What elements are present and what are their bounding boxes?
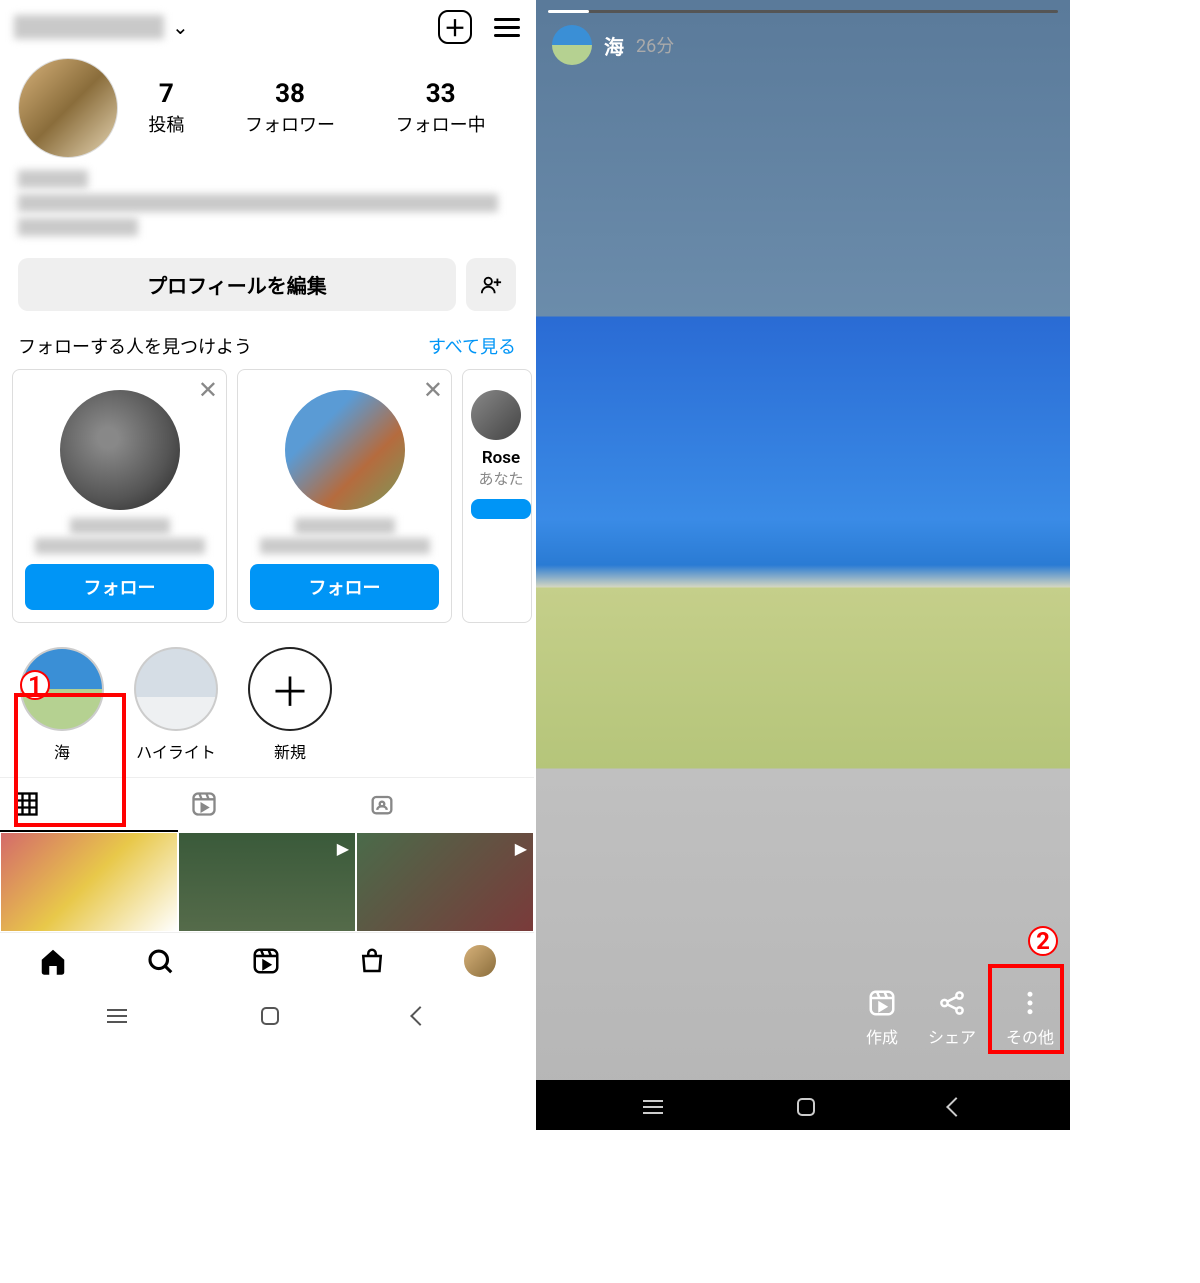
highlight-generic[interactable]: ハイライト — [134, 647, 218, 763]
reel-badge-icon: ▶ — [337, 839, 349, 858]
annotation-box-1 — [14, 693, 126, 827]
stat-followers[interactable]: 38 フォロワー — [245, 79, 335, 137]
discover-people-button[interactable] — [466, 258, 516, 311]
suggestion-card-1[interactable]: ✕ フォロー — [12, 369, 227, 623]
stat-following-label: フォロー中 — [396, 111, 486, 137]
annotation-marker-2: 2 — [1028, 926, 1058, 956]
tab-tagged[interactable] — [356, 778, 534, 832]
follow-button[interactable]: フォロー — [25, 564, 214, 610]
close-icon[interactable]: ✕ — [198, 376, 218, 404]
reel-badge-icon: ▶ — [515, 839, 527, 858]
stat-following[interactable]: 33 フォロー中 — [396, 79, 486, 137]
account-switch-chevron-icon[interactable]: ⌄ — [172, 15, 189, 39]
story-title[interactable]: 海 — [604, 31, 624, 60]
nav-reels-icon[interactable] — [251, 946, 281, 976]
suggestion-card-2[interactable]: ✕ フォロー — [237, 369, 452, 623]
story-share-label: シェア — [928, 1024, 976, 1048]
create-post-icon[interactable]: ＋ — [438, 10, 472, 44]
post-thumbnail[interactable]: ▶ — [178, 832, 356, 932]
nav-shop-icon[interactable] — [357, 946, 387, 976]
stat-posts-label: 投稿 — [148, 111, 184, 137]
android-home-icon[interactable] — [261, 1007, 279, 1025]
see-all-link[interactable]: すべて見る — [428, 333, 516, 359]
suggestion-avatar — [60, 390, 180, 510]
stat-followers-count: 38 — [245, 79, 335, 109]
edit-profile-button[interactable]: プロフィールを編集 — [18, 258, 456, 311]
nav-home-icon[interactable] — [38, 946, 68, 976]
suggestion-avatar — [471, 390, 521, 440]
profile-header: ⌄ ＋ — [0, 0, 534, 54]
suggestion-avatar — [285, 390, 405, 510]
story-progress-bar — [548, 10, 1058, 13]
highlight-label: ハイライト — [134, 739, 218, 763]
username-redacted — [14, 15, 164, 39]
story-create-button[interactable]: 作成 — [866, 988, 898, 1048]
story-image[interactable] — [536, 0, 1070, 1130]
stat-following-count: 33 — [396, 79, 486, 109]
suggestion-card-3[interactable]: Rose あなた — [462, 369, 532, 623]
story-share-button[interactable]: シェア — [928, 988, 976, 1048]
nav-profile-avatar[interactable] — [464, 945, 496, 977]
story-avatar[interactable] — [552, 25, 592, 65]
android-home-icon[interactable] — [797, 1098, 815, 1116]
stat-posts-count: 7 — [148, 79, 184, 109]
stat-posts[interactable]: 7 投稿 — [148, 79, 184, 137]
close-icon[interactable]: ✕ — [423, 376, 443, 404]
post-thumbnail[interactable]: ▶ — [356, 832, 534, 932]
highlight-new[interactable]: ＋ 新規 — [248, 647, 332, 763]
post-thumbnail[interactable] — [0, 832, 178, 932]
tab-reels[interactable] — [178, 778, 356, 832]
android-back-icon[interactable] — [410, 1006, 430, 1026]
profile-avatar[interactable] — [18, 58, 118, 158]
nav-search-icon[interactable] — [145, 946, 175, 976]
follow-button[interactable] — [471, 499, 531, 519]
suggestion-name: Rose — [471, 448, 531, 468]
android-recent-icon[interactable] — [643, 1100, 663, 1114]
highlight-cover — [134, 647, 218, 731]
stat-followers-label: フォロワー — [245, 111, 335, 137]
android-back-icon[interactable] — [946, 1097, 966, 1117]
story-create-label: 作成 — [866, 1024, 898, 1048]
android-recent-icon[interactable] — [107, 1009, 127, 1023]
menu-icon[interactable] — [494, 18, 520, 37]
plus-icon: ＋ — [248, 647, 332, 731]
discover-title: フォローする人を見つけよう — [18, 333, 252, 359]
bio-redacted — [0, 166, 534, 252]
follow-button[interactable]: フォロー — [250, 564, 439, 610]
story-timestamp: 26分 — [636, 32, 674, 58]
suggestion-sub: あなた — [471, 468, 531, 489]
highlight-label: 新規 — [248, 739, 332, 763]
annotation-box-2 — [988, 964, 1064, 1054]
